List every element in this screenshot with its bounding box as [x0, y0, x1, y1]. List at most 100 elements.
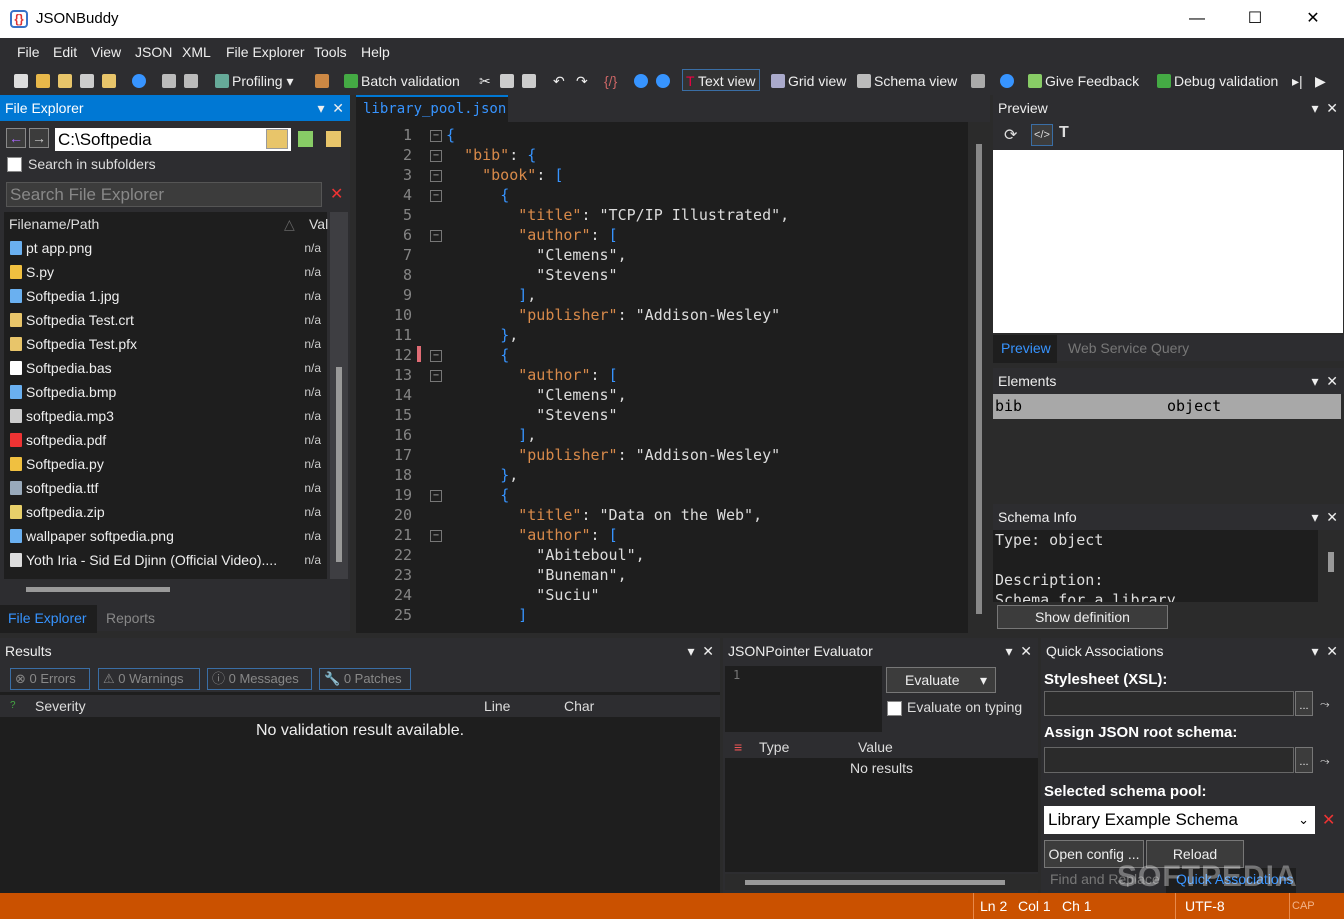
menu-tools[interactable]: Tools — [314, 44, 347, 60]
schema-pool-select[interactable]: Library Example Schema ⌄ — [1044, 806, 1315, 834]
text-view-button[interactable]: T Text view — [682, 69, 760, 91]
preview-refresh-icon[interactable]: ⟳ — [1004, 125, 1017, 145]
root-schema-link-icon[interactable]: ⤳ — [1320, 754, 1330, 769]
editor-scrollbar[interactable] — [968, 122, 990, 633]
code-editor[interactable]: 1−{2− "bib": {3− "book": [4− {5 "title":… — [356, 122, 990, 633]
save-all-icon[interactable] — [102, 70, 119, 92]
schema-view-button[interactable]: Schema view — [857, 70, 957, 92]
browse-folder-icon[interactable] — [266, 129, 288, 149]
quick-assoc-close-icon[interactable]: ▾ ✕ — [1311, 638, 1338, 664]
maximize-button[interactable]: ☐ — [1226, 0, 1284, 38]
root-schema-browse-button[interactable]: ... — [1295, 747, 1313, 773]
preview-source-icon[interactable]: </> — [1031, 124, 1053, 146]
fold-toggle-icon[interactable]: − — [430, 170, 442, 182]
stylesheet-browse-button[interactable]: ... — [1295, 691, 1313, 716]
give-feedback-button[interactable]: Give Feedback — [1028, 70, 1139, 92]
nav-forward-icon[interactable] — [656, 70, 673, 92]
editor-tab-library-pool[interactable]: library_pool.json ✕ — [356, 95, 508, 142]
undo-icon[interactable]: ↶ — [553, 70, 565, 92]
debug-validation-button[interactable]: Debug validation — [1157, 70, 1278, 92]
evaluate-button[interactable]: Evaluate ▾ — [886, 667, 996, 693]
fold-toggle-icon[interactable]: − — [430, 190, 442, 202]
file-list-scrollbar[interactable] — [330, 212, 348, 579]
jsonpointer-hscrollbar[interactable] — [725, 874, 1038, 890]
root-schema-input[interactable] — [1044, 747, 1294, 773]
file-row[interactable]: softpedia.zip n/a — [4, 500, 327, 524]
compact-icon[interactable] — [184, 70, 201, 92]
file-row[interactable]: pt app.png n/a — [4, 236, 327, 260]
fold-toggle-icon[interactable]: − — [430, 230, 442, 242]
file-list-hscrollbar[interactable] — [4, 583, 327, 595]
preview-text-icon[interactable]: T — [1059, 124, 1069, 142]
col-line[interactable]: Line — [484, 695, 510, 717]
flag-icon[interactable] — [315, 70, 332, 92]
help-icon[interactable] — [1000, 70, 1017, 92]
col-char[interactable]: Char — [564, 695, 594, 717]
messages-filter[interactable]: ⓘ 0 Messages — [207, 668, 312, 690]
errors-filter[interactable]: ⊗ 0 Errors — [10, 668, 90, 690]
preview-close-icon[interactable]: ▾ ✕ — [1311, 95, 1338, 121]
tab-preview[interactable]: Preview — [993, 335, 1057, 363]
format-icon[interactable] — [162, 70, 179, 92]
refresh-icon[interactable] — [132, 70, 149, 92]
redo-icon[interactable]: ↷ — [576, 70, 588, 92]
close-button[interactable]: ✕ — [1284, 0, 1342, 38]
fold-toggle-icon[interactable]: − — [430, 490, 442, 502]
minimize-button[interactable]: — — [1168, 0, 1226, 38]
results-close-icon[interactable]: ▾ ✕ — [687, 638, 714, 664]
run-icon[interactable]: ▶ — [1315, 70, 1326, 92]
fold-toggle-icon[interactable]: − — [430, 530, 442, 542]
clear-search-icon[interactable]: ✕ — [330, 184, 343, 204]
search-file-explorer-input[interactable]: Search File Explorer — [6, 182, 322, 207]
tab-file-explorer[interactable]: File Explorer — [0, 605, 97, 633]
menu-help[interactable]: Help — [361, 44, 390, 60]
file-row[interactable]: wallpaper softpedia.png n/a — [4, 524, 327, 548]
jsonpointer-close-icon[interactable]: ▾ ✕ — [1005, 638, 1032, 664]
menu-file[interactable]: File — [17, 44, 40, 60]
warnings-filter[interactable]: ⚠ 0 Warnings — [98, 668, 200, 690]
file-row[interactable]: Softpedia Test.crt n/a — [4, 308, 327, 332]
stylesheet-link-icon[interactable]: ⤳ — [1320, 697, 1330, 712]
folder-up-icon[interactable] — [298, 131, 313, 147]
menu-edit[interactable]: Edit — [53, 44, 77, 60]
file-row[interactable]: softpedia.ttf n/a — [4, 476, 327, 500]
fold-toggle-icon[interactable]: − — [430, 350, 442, 362]
grid-view-button[interactable]: Grid view — [771, 70, 846, 92]
show-definition-button[interactable]: Show definition — [997, 605, 1168, 629]
fold-toggle-icon[interactable]: − — [430, 370, 442, 382]
evaluate-dropdown-icon[interactable]: ▾ — [980, 668, 987, 692]
forward-arrow-icon[interactable]: → — [29, 128, 49, 148]
file-row[interactable]: Softpedia Test.pfx n/a — [4, 332, 327, 356]
nav-back-icon[interactable] — [634, 70, 651, 92]
tab-reports[interactable]: Reports — [106, 605, 155, 631]
tab-web-service-query[interactable]: Web Service Query — [1068, 335, 1189, 361]
step-icon[interactable]: ▸| — [1292, 70, 1303, 92]
menu-view[interactable]: View — [91, 44, 121, 60]
col-filename[interactable]: Filename/Path — [9, 216, 99, 232]
open-file-icon[interactable] — [36, 70, 53, 92]
layout-icon[interactable] — [971, 70, 988, 92]
file-row[interactable]: Softpedia.bas n/a — [4, 356, 327, 380]
jsonpointer-input[interactable]: 1 — [725, 666, 882, 732]
file-row[interactable]: softpedia.mp3 n/a — [4, 404, 327, 428]
file-row[interactable]: softpedia.pdf n/a — [4, 428, 327, 452]
folder-options-icon[interactable] — [326, 131, 341, 147]
save-icon[interactable] — [80, 70, 97, 92]
col-value[interactable]: Val — [309, 212, 328, 236]
new-file-icon[interactable] — [14, 70, 31, 92]
patches-filter[interactable]: 🔧 0 Patches — [319, 668, 411, 690]
fold-toggle-icon[interactable]: − — [430, 150, 442, 162]
col-severity[interactable]: Severity — [35, 695, 86, 717]
profiling-button[interactable]: Profiling ▾ — [215, 70, 294, 92]
file-row[interactable]: S.py n/a — [4, 260, 327, 284]
evaluate-on-typing-checkbox[interactable] — [887, 701, 902, 716]
schema-info-scrollbar[interactable] — [1320, 530, 1342, 602]
file-row[interactable]: Yoth Iria - Sid Ed Djinn (Official Video… — [4, 548, 327, 572]
fold-toggle-icon[interactable]: − — [430, 130, 442, 142]
menu-file-explorer[interactable]: File Explorer — [226, 44, 305, 60]
search-subfolders-checkbox[interactable] — [7, 157, 22, 172]
back-arrow-icon[interactable]: ← — [6, 128, 26, 148]
remove-pool-icon[interactable]: ✕ — [1322, 810, 1335, 830]
col-type[interactable]: Type — [759, 736, 789, 758]
paste-icon[interactable] — [522, 70, 539, 92]
